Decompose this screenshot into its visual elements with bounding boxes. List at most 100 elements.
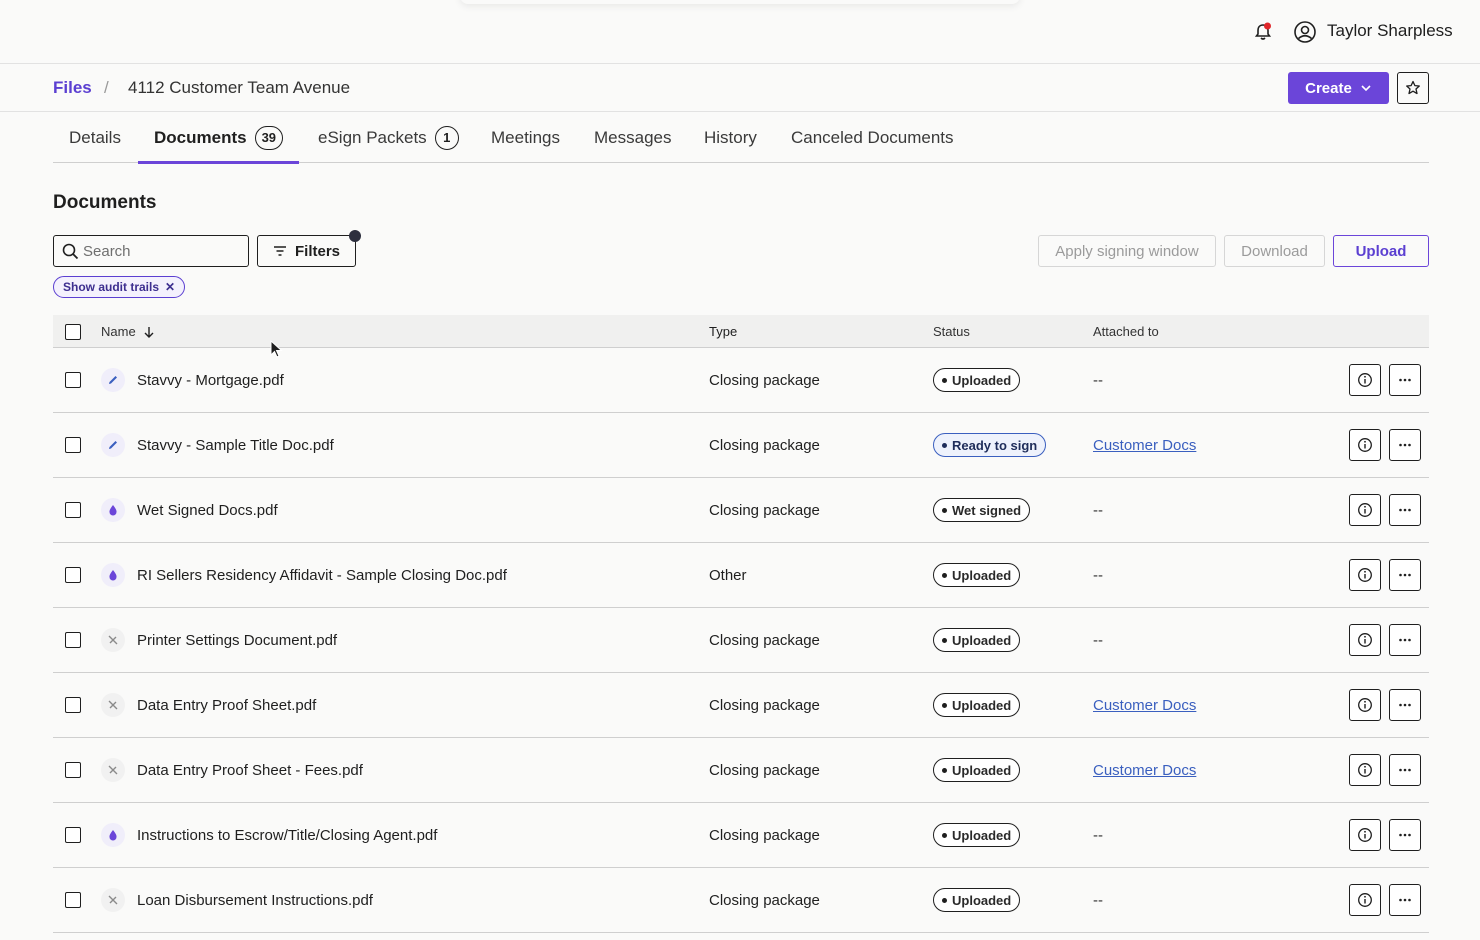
document-name[interactable]: RI Sellers Residency Affidavit - Sample … xyxy=(137,543,507,607)
user-avatar-icon[interactable] xyxy=(1293,20,1317,44)
favorite-button[interactable] xyxy=(1397,72,1429,104)
more-actions-button[interactable] xyxy=(1389,673,1421,737)
tab-label: Details xyxy=(69,127,121,147)
document-type-indicator xyxy=(101,348,125,412)
row-checkbox[interactable] xyxy=(65,803,81,867)
document-name[interactable]: Printer Settings Document.pdf xyxy=(137,608,337,672)
show-audit-trails-chip[interactable]: Show audit trails ✕ xyxy=(53,276,186,298)
document-name[interactable]: Data Entry Proof Sheet - Fees.pdf xyxy=(137,738,363,802)
select-all-checkbox[interactable] xyxy=(65,315,81,348)
tab-canceled-documents[interactable]: Canceled Documents xyxy=(791,112,954,163)
table-row[interactable]: Printer Settings Document.pdf Closing pa… xyxy=(53,608,1429,673)
row-checkbox[interactable] xyxy=(65,348,81,412)
tab-esign-packets[interactable]: eSign Packets 1 xyxy=(318,112,459,163)
document-type: Closing package xyxy=(709,436,820,454)
document-type: Closing package xyxy=(709,696,820,714)
tab-meetings[interactable]: Meetings xyxy=(491,112,560,163)
top-bar: Taylor Sharpless xyxy=(0,0,1480,64)
apply-signing-window-button[interactable]: Apply signing window xyxy=(1038,235,1216,267)
info-button[interactable] xyxy=(1349,673,1381,737)
more-horizontal-icon xyxy=(1399,378,1411,382)
tab-messages[interactable]: Messages xyxy=(594,112,671,163)
attached-to-value: -- xyxy=(1093,566,1103,584)
document-name[interactable]: Data Entry Proof Sheet.pdf xyxy=(137,673,316,737)
more-actions-button[interactable] xyxy=(1389,803,1421,867)
upload-button[interactable]: Upload xyxy=(1333,235,1429,267)
table-row[interactable]: Data Entry Proof Sheet - Fees.pdf Closin… xyxy=(53,738,1429,803)
chip-close-icon[interactable]: ✕ xyxy=(165,280,175,294)
filters-button[interactable]: Filters xyxy=(257,230,361,267)
row-checkbox[interactable] xyxy=(65,868,81,932)
document-name[interactable]: Instructions to Escrow/Title/Closing Age… xyxy=(137,803,437,867)
table-row[interactable]: Stavvy - Sample Title Doc.pdf Closing pa… xyxy=(53,413,1429,478)
info-button[interactable] xyxy=(1349,803,1381,867)
search-input[interactable] xyxy=(83,242,233,260)
document-name[interactable]: Wet Signed Docs.pdf xyxy=(137,478,278,542)
more-actions-button[interactable] xyxy=(1389,348,1421,412)
attached-to-value: -- xyxy=(1093,891,1103,909)
document-name[interactable]: Loan Disbursement Instructions.pdf xyxy=(137,868,373,932)
row-checkbox[interactable] xyxy=(65,543,81,607)
info-button[interactable] xyxy=(1349,738,1381,802)
table-row[interactable]: Stavvy - Mortgage.pdf Closing package Up… xyxy=(53,348,1429,413)
search-icon xyxy=(62,243,79,259)
table-row[interactable]: Loan Disbursement Instructions.pdf Closi… xyxy=(53,868,1429,933)
more-actions-button[interactable] xyxy=(1389,478,1421,542)
filters-label: Filters xyxy=(294,242,340,260)
download-button[interactable]: Download xyxy=(1224,235,1325,267)
tab-label: Meetings xyxy=(491,127,560,147)
status-dot xyxy=(942,442,947,448)
row-checkbox[interactable] xyxy=(65,608,81,672)
row-checkbox[interactable] xyxy=(65,738,81,802)
breadcrumb-files-link[interactable]: Files xyxy=(53,78,92,98)
more-horizontal-icon xyxy=(1399,508,1411,512)
attached-to-link[interactable]: Customer Docs xyxy=(1093,413,1196,477)
column-header-type: Type xyxy=(709,324,738,339)
search-box[interactable] xyxy=(53,235,249,267)
table-row[interactable]: RI Sellers Residency Affidavit - Sample … xyxy=(53,543,1429,608)
document-type-indicator xyxy=(101,738,125,802)
status-cell: Uploaded xyxy=(933,348,1021,412)
attached-to-link[interactable]: Customer Docs xyxy=(1093,673,1196,737)
create-button[interactable]: Create xyxy=(1288,72,1389,104)
status-label: Uploaded xyxy=(952,567,1012,583)
status-badge: Wet signed xyxy=(933,498,1031,522)
table-row[interactable]: Wet Signed Docs.pdf Closing package Wet … xyxy=(53,478,1429,543)
table-row[interactable]: Instructions to Escrow/Title/Closing Age… xyxy=(53,803,1429,868)
row-checkbox[interactable] xyxy=(65,673,81,737)
tab-history[interactable]: History xyxy=(704,112,757,163)
more-horizontal-icon xyxy=(1399,768,1411,772)
tab-label: History xyxy=(704,127,757,147)
row-checkbox[interactable] xyxy=(65,413,81,477)
more-horizontal-icon xyxy=(1399,833,1411,837)
info-button[interactable] xyxy=(1349,868,1381,932)
document-name[interactable]: Stavvy - Mortgage.pdf xyxy=(137,348,284,412)
attached-to-link[interactable]: Customer Docs xyxy=(1093,738,1196,802)
info-button[interactable] xyxy=(1349,413,1381,477)
more-actions-button[interactable] xyxy=(1389,543,1421,607)
pen-icon xyxy=(101,433,125,457)
document-type: Closing package xyxy=(709,501,820,519)
user-name[interactable]: Taylor Sharpless xyxy=(1327,21,1453,41)
more-horizontal-icon xyxy=(1399,898,1411,902)
column-header-name[interactable]: Name xyxy=(101,315,156,348)
tab-documents[interactable]: Documents 39 xyxy=(138,112,300,164)
more-actions-button[interactable] xyxy=(1389,868,1421,932)
table-row[interactable]: Data Entry Proof Sheet.pdf Closing packa… xyxy=(53,673,1429,738)
more-actions-button[interactable] xyxy=(1389,738,1421,802)
tab-label: Canceled Documents xyxy=(791,127,954,147)
info-button[interactable] xyxy=(1349,478,1381,542)
document-name[interactable]: Stavvy - Sample Title Doc.pdf xyxy=(137,413,334,477)
more-actions-button[interactable] xyxy=(1389,413,1421,477)
info-button[interactable] xyxy=(1349,543,1381,607)
status-label: Uploaded xyxy=(952,697,1012,713)
attached-to-value: -- xyxy=(1093,631,1103,649)
status-dot xyxy=(942,767,947,773)
more-actions-button[interactable] xyxy=(1389,608,1421,672)
notification-bell-icon[interactable] xyxy=(1252,21,1274,43)
no-sign-icon xyxy=(101,693,125,717)
info-button[interactable] xyxy=(1349,348,1381,412)
tab-details[interactable]: Details xyxy=(69,112,121,163)
info-button[interactable] xyxy=(1349,608,1381,672)
row-checkbox[interactable] xyxy=(65,478,81,542)
